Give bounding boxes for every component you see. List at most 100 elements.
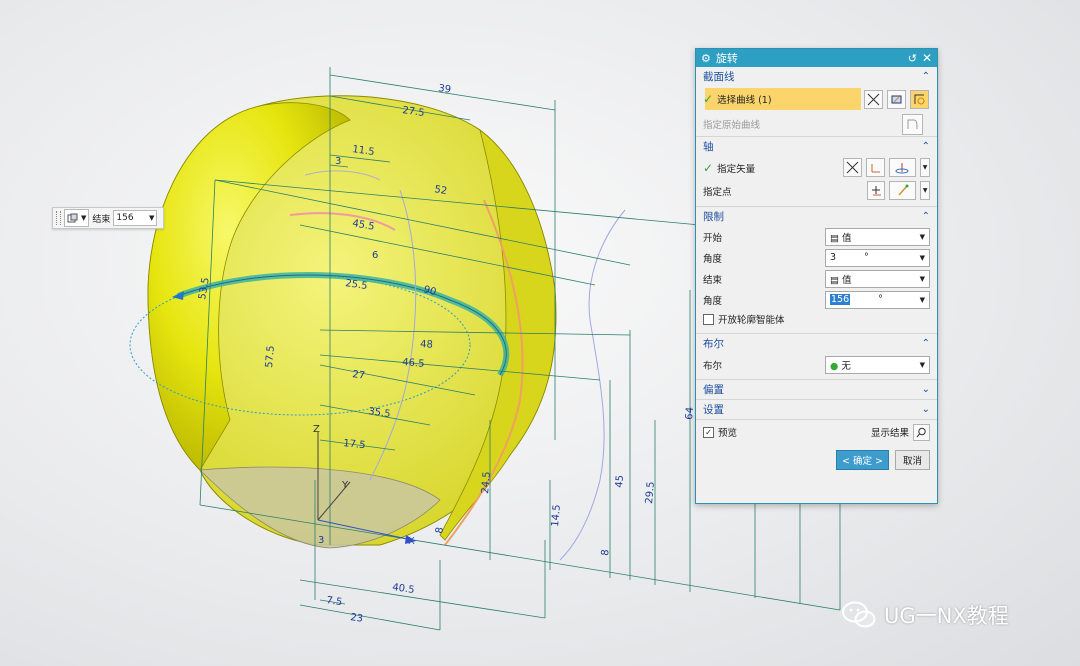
dim-label: 52	[433, 184, 447, 197]
close-icon[interactable]: ✕	[922, 51, 932, 65]
watermark-text: UG一NX教程	[884, 604, 1009, 628]
vector-dialog-icon[interactable]	[866, 158, 885, 177]
section-header-limits[interactable]: 限制 ⌃	[696, 206, 937, 226]
chevron-down-icon: ▼	[81, 214, 87, 222]
check-icon: ✓	[703, 92, 714, 106]
chevron-up-icon: ⌃	[921, 71, 930, 82]
start-angle-label: 角度	[703, 253, 723, 265]
dim-label: 46.5	[402, 357, 425, 370]
axis-z-label: Z	[313, 424, 320, 435]
chevron-down-icon: ▼	[919, 295, 925, 304]
specify-point-label: 指定点	[703, 186, 732, 198]
start-row: 开始 ▤ 值 ▼	[696, 226, 937, 247]
open-profile-label: 开放轮廓智能体	[718, 315, 785, 326]
check-icon: ✓	[703, 160, 714, 175]
chevron-down-icon: ▼	[919, 253, 925, 262]
dim-label: 40.5	[392, 582, 416, 596]
inferred-vector-icon[interactable]	[888, 158, 917, 177]
preview-checkbox[interactable]: ✓	[703, 426, 714, 438]
section-title: 轴	[703, 141, 714, 153]
dim-label: 57.5	[264, 345, 277, 368]
show-result-search-icon[interactable]	[913, 423, 930, 441]
dim-label: 29.5	[644, 481, 657, 504]
end-angle-value: 156	[116, 213, 134, 223]
end-angle-row: 角度 156 ° ▼	[696, 289, 937, 310]
dialog-actions: < 确定 > 取消	[696, 448, 937, 471]
chevron-down-icon[interactable]: ▼	[920, 181, 930, 200]
select-curve-label: 选择曲线 (1)	[717, 95, 772, 106]
dim-label: 27	[352, 369, 366, 382]
chevron-up-icon: ⌃	[921, 141, 930, 152]
axis-x-label: X	[408, 536, 415, 547]
end-angle-input[interactable]: 156 ° ▼	[825, 290, 930, 309]
chevron-down-icon: ⌄	[921, 404, 930, 415]
end-angle-label: 角度	[703, 295, 723, 307]
open-profile-checkbox[interactable]	[703, 313, 714, 325]
specify-origin-row[interactable]: 指定原始曲线	[696, 112, 937, 136]
dim-label: 39	[438, 83, 452, 96]
cancel-button[interactable]: 取消	[894, 449, 930, 470]
boolean-none-icon: ●	[830, 360, 839, 372]
chevron-down-icon[interactable]: ▼	[920, 158, 930, 177]
chevron-down-icon: ▼	[919, 360, 925, 369]
section-header-curve[interactable]: 截面线 ⌃	[696, 67, 937, 86]
start-type-select[interactable]: ▤ 值 ▼	[825, 227, 930, 246]
specify-vector-row[interactable]: ✓ 指定矢量 ▼	[696, 156, 937, 179]
end-angle-input[interactable]: 156 ▼	[113, 210, 158, 226]
dim-label: 3	[335, 156, 341, 167]
section-title: 设置	[703, 404, 724, 416]
value-type-dropdown[interactable]: ▼	[64, 209, 90, 227]
start-label: 开始	[703, 232, 723, 244]
section-header-boolean[interactable]: 布尔 ⌃	[696, 333, 937, 353]
start-angle-input[interactable]: 3 ° ▼	[825, 248, 930, 267]
end-type-value: 值	[842, 274, 852, 286]
dim-label: 8	[600, 549, 612, 556]
dim-label: 17.5	[343, 438, 366, 451]
chevron-down-icon: ⌄	[921, 384, 930, 395]
sketch-section-icon[interactable]	[887, 89, 907, 109]
dim-label: 3	[318, 535, 324, 546]
section-header-settings[interactable]: 设置 ⌄	[696, 399, 937, 419]
section-title: 限制	[703, 211, 724, 223]
specify-origin-label: 指定原始曲线	[703, 120, 761, 131]
dialog-titlebar[interactable]: ⚙ 旋转 ↺ ✕	[696, 49, 937, 67]
reverse-direction-icon[interactable]	[843, 158, 863, 177]
boolean-select[interactable]: ● 无 ▼	[825, 355, 930, 374]
watermark: UG一NX教程	[842, 600, 1009, 630]
revolve-dialog: ⚙ 旋转 ↺ ✕ 截面线 ⌃ ✓ 选择曲线 (1) 指定原始曲线 轴 ⌃ ✓ 指…	[695, 48, 938, 504]
end-label: 结束	[703, 274, 723, 286]
select-curve-icon[interactable]	[910, 89, 930, 109]
select-curve-row[interactable]: ✓ 选择曲线 (1)	[696, 86, 937, 112]
dim-label: 6	[372, 250, 378, 261]
start-angle-row: 角度 3 ° ▼	[696, 247, 937, 268]
inferred-point-icon[interactable]	[889, 181, 917, 200]
dim-label: 14.5	[550, 504, 563, 527]
dim-label: 23	[350, 612, 364, 625]
end-row: 结束 ▤ 值 ▼	[696, 268, 937, 289]
preview-label: 预览	[718, 428, 738, 439]
section-header-offset[interactable]: 偏置 ⌄	[696, 379, 937, 399]
end-type-select[interactable]: ▤ 值 ▼	[825, 269, 930, 288]
curve-rule-icon[interactable]	[864, 89, 884, 109]
specify-point-row[interactable]: 指定点 ▼	[696, 179, 937, 202]
section-title: 偏置	[703, 384, 724, 396]
specify-vector-label: 指定矢量	[717, 163, 756, 175]
start-angle-unit: °	[864, 252, 869, 263]
value-type-icon	[67, 213, 78, 222]
ok-button[interactable]: < 确定 >	[836, 449, 889, 470]
open-profile-row[interactable]: 开放轮廓智能体	[696, 310, 937, 328]
wechat-logo	[842, 601, 876, 628]
dialog-title: 旋转	[715, 52, 738, 65]
section-header-axis[interactable]: 轴 ⌃	[696, 136, 937, 156]
show-result-label: 显示结果	[870, 428, 909, 439]
end-angle-value: 156	[830, 294, 851, 305]
revolved-body-preview[interactable]	[147, 95, 557, 549]
chevron-down-icon: ▼	[919, 232, 925, 241]
reset-icon[interactable]: ↺	[908, 52, 917, 65]
dim-label: 45	[614, 475, 626, 489]
origin-curve-icon[interactable]	[902, 113, 923, 135]
drag-grip[interactable]	[56, 211, 61, 225]
point-dialog-icon[interactable]	[867, 181, 886, 200]
chevron-up-icon: ⌃	[921, 338, 930, 349]
section-title: 截面线	[703, 71, 735, 83]
